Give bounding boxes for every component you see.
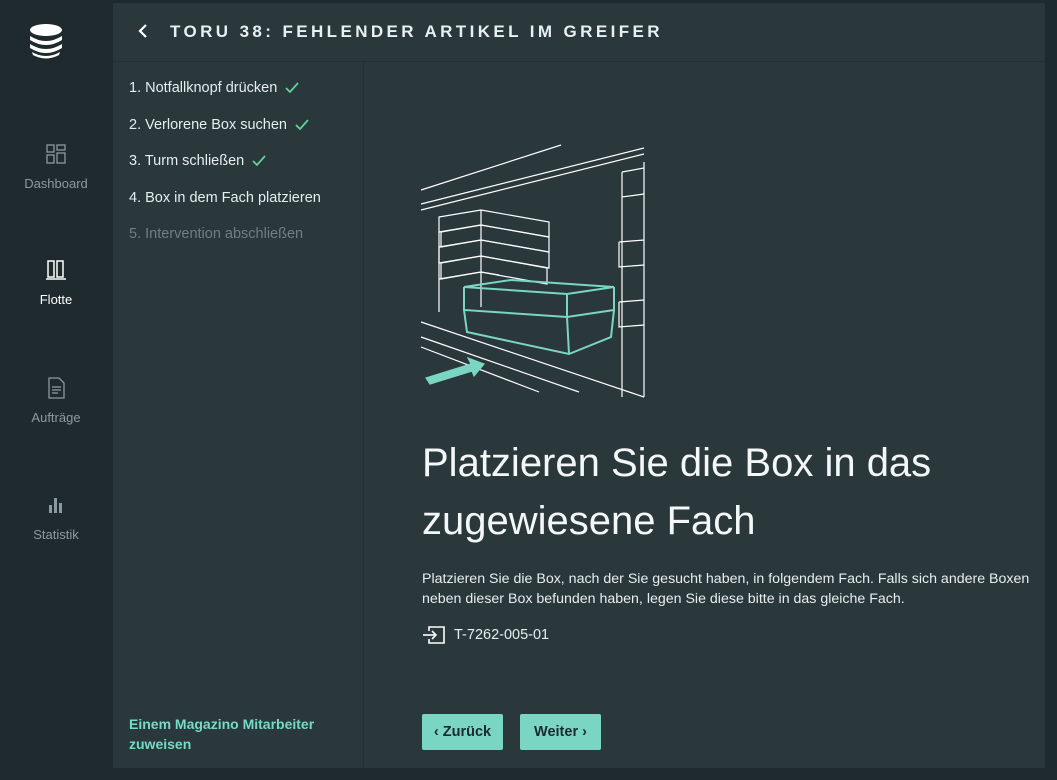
step-content: Platzieren Sie die Box in das zugewiesen… bbox=[364, 62, 1045, 768]
nav-item-orders[interactable]: Aufträge bbox=[0, 376, 112, 425]
assign-employee-link[interactable]: Einem Magazino Mitarbeiter zuweisen bbox=[129, 714, 349, 754]
step-label: 2. Verlorene Box suchen bbox=[129, 117, 287, 133]
step-label: 1. Notfallknopf drücken bbox=[129, 80, 278, 96]
page-title: TORU 38: FEHLENDER ARTIKEL IM GREIFER bbox=[170, 22, 663, 41]
step-label: 4. Box in dem Fach platzieren bbox=[129, 190, 321, 206]
next-button[interactable]: Weiter › bbox=[520, 714, 601, 750]
step-description: Platzieren Sie die Box, nach der Sie ges… bbox=[422, 571, 1030, 607]
dashboard-icon bbox=[46, 144, 66, 164]
back-button-label: Zurück bbox=[442, 724, 492, 740]
sidebar-nav: Dashboard Flotte Aufträge Statistik bbox=[0, 0, 112, 780]
chevron-left-icon[interactable] bbox=[133, 20, 153, 42]
box-placement-illustration bbox=[420, 144, 645, 398]
bar-chart-icon bbox=[49, 498, 62, 513]
nav-label-dashboard: Dashboard bbox=[24, 176, 88, 191]
location-code: T-7262-005-01 bbox=[454, 627, 550, 643]
location-row: T-7262-005-01 bbox=[422, 625, 549, 645]
nav-label-statistics: Statistik bbox=[33, 527, 79, 542]
steps-panel: 1. Notfallknopf drücken 2. Verlorene Box… bbox=[113, 62, 364, 768]
page-header: TORU 38: FEHLENDER ARTIKEL IM GREIFER bbox=[113, 3, 1045, 62]
nav-item-fleet[interactable]: Flotte bbox=[0, 258, 112, 307]
step-label: 5. Intervention abschließen bbox=[129, 226, 304, 242]
step-headline: Platzieren Sie die Box in das zugewiesen… bbox=[422, 441, 932, 543]
nav-label-orders: Aufträge bbox=[31, 410, 81, 425]
main-panel: TORU 38: FEHLENDER ARTIKEL IM GREIFER 1.… bbox=[113, 3, 1045, 768]
step-label: 3. Turm schließen bbox=[129, 153, 245, 169]
step-item-current: 4. Box in dem Fach platzieren bbox=[129, 190, 321, 206]
check-icon bbox=[295, 119, 309, 131]
next-button-label: Weiter bbox=[534, 724, 579, 740]
magazino-logo[interactable] bbox=[24, 22, 68, 62]
nav-item-dashboard[interactable]: Dashboard bbox=[0, 142, 112, 191]
step-item: 1. Notfallknopf drücken bbox=[129, 80, 299, 96]
enter-slot-icon bbox=[423, 626, 445, 644]
nav-item-statistics[interactable]: Statistik bbox=[0, 493, 112, 542]
step-item: 3. Turm schließen bbox=[129, 153, 266, 169]
fleet-icon bbox=[46, 260, 66, 280]
document-icon bbox=[48, 377, 65, 399]
step-item: 2. Verlorene Box suchen bbox=[129, 117, 309, 133]
nav-label-fleet: Flotte bbox=[39, 292, 73, 307]
check-icon bbox=[252, 155, 266, 167]
back-button[interactable]: ‹ Zurück bbox=[422, 714, 503, 750]
chevron-left-icon: ‹ bbox=[433, 724, 439, 740]
check-icon bbox=[285, 82, 299, 94]
chevron-right-icon: › bbox=[582, 724, 587, 740]
step-item-disabled: 5. Intervention abschließen bbox=[129, 226, 303, 242]
